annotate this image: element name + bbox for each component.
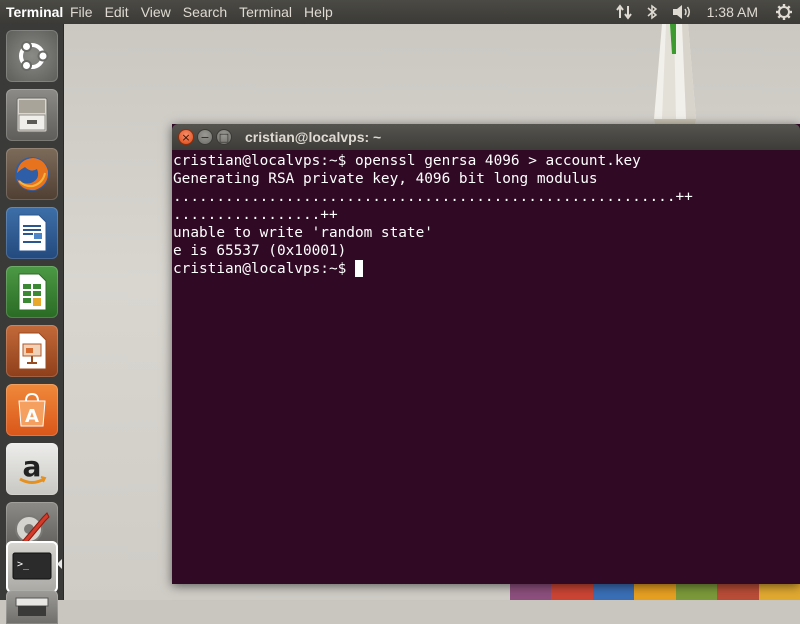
impress-presentation-icon xyxy=(18,332,47,370)
maximize-button[interactable]: □ xyxy=(216,129,232,145)
window-title: cristian@localvps: ~ xyxy=(245,129,382,145)
text-cursor xyxy=(354,260,363,277)
svg-text:a: a xyxy=(23,450,42,483)
terminal-line: unable to write 'random state' xyxy=(173,225,433,241)
amazon-icon: a xyxy=(19,450,47,484)
software-bag-icon: A xyxy=(18,392,46,427)
launcher-libreoffice-impress[interactable] xyxy=(6,325,58,377)
minimize-button[interactable]: − xyxy=(197,129,213,145)
launcher-amazon[interactable]: a xyxy=(6,443,58,495)
terminal-prompt-icon: >_ xyxy=(12,552,52,580)
launcher-scanner[interactable] xyxy=(6,590,58,624)
svg-text:>_: >_ xyxy=(17,559,30,570)
terminal-window[interactable]: × − □ cristian@localvps: ~ cristian@loca… xyxy=(172,124,800,584)
window-titlebar[interactable]: × − □ cristian@localvps: ~ xyxy=(172,124,800,150)
terminal-line: cristian@localvps:~$ openssl genrsa 4096… xyxy=(173,153,641,169)
menu-edit[interactable]: Edit xyxy=(99,4,135,20)
terminal-line: ........................................… xyxy=(173,189,693,205)
terminal-output[interactable]: cristian@localvps:~$ openssl genrsa 4096… xyxy=(172,150,800,584)
launcher-ubuntu-dash[interactable] xyxy=(6,30,58,82)
terminal-line: .................++ xyxy=(173,207,338,223)
terminal-line: e is 65537 (0x10001) xyxy=(173,243,347,259)
svg-text:A: A xyxy=(25,406,39,427)
menu-file[interactable]: File xyxy=(64,4,99,20)
menu-view[interactable]: View xyxy=(135,4,177,20)
calc-spreadsheet-icon xyxy=(18,273,47,311)
top-panel: Terminal File Edit View Search Terminal … xyxy=(0,0,800,24)
power-settings-icon[interactable] xyxy=(768,0,800,24)
indicator-area: 1:38 AM xyxy=(609,0,800,24)
menu-help[interactable]: Help xyxy=(298,4,339,20)
close-button[interactable]: × xyxy=(178,129,194,145)
menu-bar: File Edit View Search Terminal Help xyxy=(64,4,339,20)
launcher-files[interactable] xyxy=(6,89,58,141)
launcher-libreoffice-calc[interactable] xyxy=(6,266,58,318)
ubuntu-logo-icon xyxy=(19,41,49,71)
launcher: A a >_ xyxy=(0,24,64,624)
firefox-icon xyxy=(15,157,49,191)
launcher-software-center[interactable]: A xyxy=(6,384,58,436)
terminal-prompt-line: cristian@localvps:~$ xyxy=(173,260,800,278)
colored-pencils-decoration xyxy=(510,584,800,600)
terminal-prompt: cristian@localvps:~$ xyxy=(173,261,355,277)
scanner-icon xyxy=(15,597,49,616)
launcher-firefox[interactable] xyxy=(6,148,58,200)
file-cabinet-icon xyxy=(16,97,48,133)
terminal-line: Generating RSA private key, 4096 bit lon… xyxy=(173,171,598,187)
active-app-title: Terminal xyxy=(6,4,64,20)
launcher-libreoffice-writer[interactable] xyxy=(6,207,58,259)
menu-search[interactable]: Search xyxy=(177,4,233,20)
running-indicator-arrow xyxy=(57,559,62,569)
bluetooth-icon[interactable] xyxy=(639,0,665,24)
menu-terminal[interactable]: Terminal xyxy=(233,4,298,20)
writer-document-icon xyxy=(18,214,47,252)
launcher-terminal[interactable]: >_ xyxy=(6,541,58,593)
clock[interactable]: 1:38 AM xyxy=(699,0,768,24)
network-updown-icon[interactable] xyxy=(609,0,639,24)
volume-icon[interactable] xyxy=(665,0,699,24)
